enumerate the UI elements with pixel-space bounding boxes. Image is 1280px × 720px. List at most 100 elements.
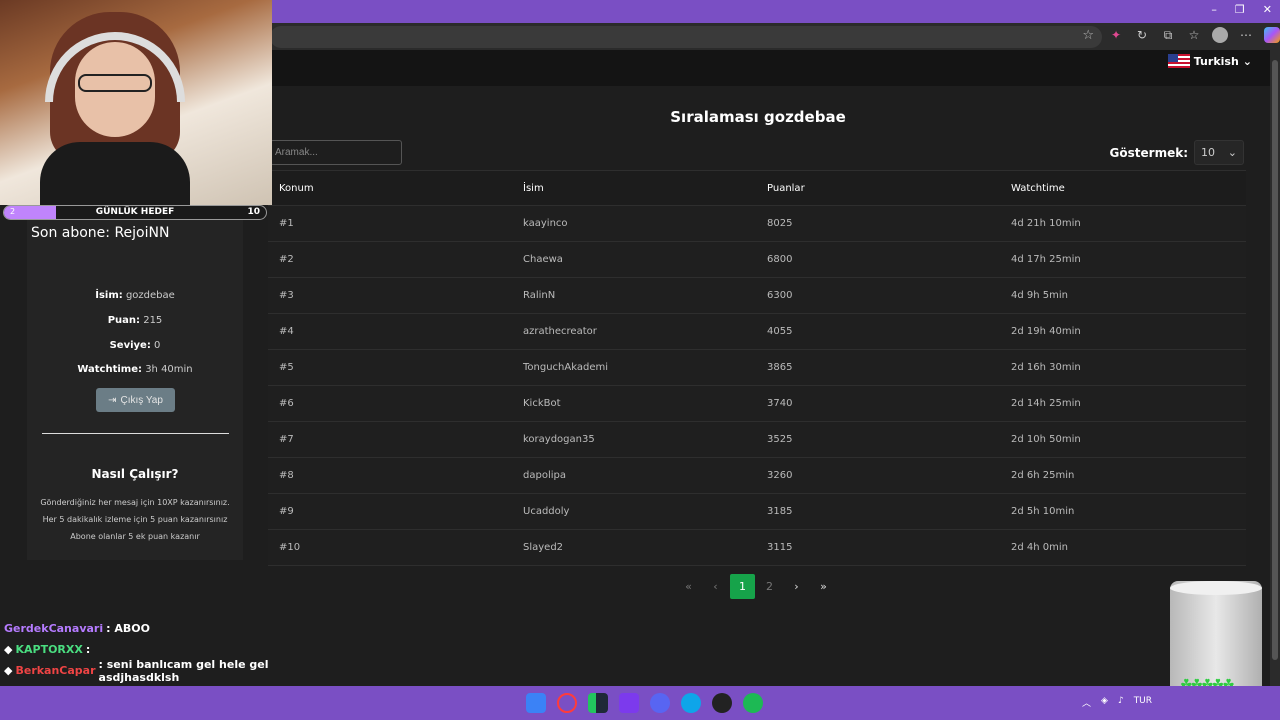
cell-watchtime: 2d 6h 25min <box>1011 470 1075 481</box>
cell-points: 3260 <box>767 470 793 481</box>
table-body: #1 kaayinco 8025 4d 21h 10min #2 Chaewa 6800 4d… <box>268 206 1246 566</box>
logout-button[interactable]: ⇥ Çıkış Yap <box>96 388 175 412</box>
daily-goal-bar: 2 GÜNLÜK HEDEF 10 <box>3 205 267 220</box>
spotify-icon[interactable] <box>743 693 763 713</box>
profile-points: Puan: 215 <box>107 315 163 326</box>
extension-icon[interactable]: ✦ <box>1108 27 1124 43</box>
network-icon[interactable]: ◈ <box>1101 696 1108 709</box>
prev-page-button[interactable]: ‹ <box>703 574 728 599</box>
search-input[interactable] <box>270 140 402 165</box>
windows-start-icon[interactable] <box>526 693 546 713</box>
discord-icon[interactable] <box>650 693 670 713</box>
system-tray: ︿ ◈ ♪ TUR <box>1082 696 1152 709</box>
page-title: Sıralaması gozdebae <box>670 108 846 126</box>
cell-name: TonguchAkademi <box>523 362 608 373</box>
cell-watchtime: 2d 14h 25min <box>1011 398 1081 409</box>
microphone-icon[interactable]: ♪ <box>1118 696 1124 709</box>
logout-label: Çıkış Yap <box>120 394 163 406</box>
extension-icons: ✦ ↻ ⧉ ☆ ⋯ <box>1108 27 1280 43</box>
column-header-points[interactable]: Puanlar <box>756 183 1000 194</box>
cell-watchtime: 2d 19h 40min <box>1011 326 1081 337</box>
page-1-button[interactable]: 1 <box>730 574 755 599</box>
chevron-down-icon: ⌄ <box>1242 54 1252 68</box>
page-scrollbar[interactable] <box>1270 50 1280 686</box>
how-it-works-title: Nasıl Çalışır? <box>91 467 179 481</box>
screen: – ❐ ✕ ☆ ✦ ↻ ⧉ ☆ ⋯ Turkish ⌄ Sıralaması g… <box>0 0 1280 720</box>
us-flag-icon <box>1167 54 1190 68</box>
cell-name: kaayinco <box>523 218 568 229</box>
chat-text: : seni banlıcam gel hele gel asdjhasdkls… <box>98 657 269 684</box>
cell-rank: #9 <box>279 506 294 517</box>
chat-username: BerkanCapar <box>15 664 96 677</box>
page-size-control: Göstermek: 10 ⌄ <box>1110 140 1244 165</box>
cell-watchtime: 4d 9h 5min <box>1011 290 1068 301</box>
first-page-button[interactable]: « <box>676 574 701 599</box>
cell-rank: #1 <box>279 218 294 229</box>
page-size-label: Göstermek: <box>1109 145 1188 160</box>
obs-icon[interactable] <box>712 693 732 713</box>
more-menu-icon[interactable]: ⋯ <box>1238 27 1254 43</box>
cell-points: 8025 <box>767 218 793 229</box>
last-subscriber: Son abone: RejoiNN <box>31 225 170 241</box>
chat-text: : ABOO <box>106 622 150 635</box>
table-row: #8 dapolipa 3260 2d 6h 25min <box>268 458 1246 494</box>
next-page-button[interactable]: › <box>784 574 809 599</box>
column-header-name[interactable]: İsim <box>512 183 756 194</box>
close-button[interactable]: ✕ <box>1263 3 1272 16</box>
split-screen-icon[interactable]: ⧉ <box>1160 27 1176 43</box>
cell-rank: #3 <box>279 290 294 301</box>
cell-points: 3115 <box>767 542 793 553</box>
table-header: Konum İsim Puanlar Watchtime <box>268 170 1246 206</box>
terminal-icon[interactable] <box>588 693 608 713</box>
streamer-figure <box>40 12 190 205</box>
page-2-button[interactable]: 2 <box>757 574 782 599</box>
cell-points: 6800 <box>767 254 793 265</box>
cell-rank: #5 <box>279 362 294 373</box>
cell-watchtime: 2d 16h 30min <box>1011 362 1081 373</box>
profile-watchtime: Watchtime: 3h 40min <box>77 364 193 375</box>
cell-points: 4055 <box>767 326 793 337</box>
edge-icon[interactable] <box>681 693 701 713</box>
column-header-rank[interactable]: Konum <box>268 183 512 194</box>
copilot-icon[interactable] <box>1264 27 1280 43</box>
table-row: #3 RalinN 6300 4d 9h 5min <box>268 278 1246 314</box>
cell-rank: #8 <box>279 470 294 481</box>
language-selector[interactable]: Turkish ⌄ <box>1167 54 1252 68</box>
cell-watchtime: 2d 4h 0min <box>1011 542 1068 553</box>
table-row: #9 Ucaddoly 3185 2d 5h 10min <box>268 494 1246 530</box>
tray-expand-icon[interactable]: ︿ <box>1082 696 1091 709</box>
how-line: Her 5 dakikalık izleme için 5 puan kazan… <box>42 515 228 524</box>
cell-name: RalinN <box>523 290 556 301</box>
cell-points: 3185 <box>767 506 793 517</box>
cell-watchtime: 2d 10h 50min <box>1011 434 1081 445</box>
address-bar[interactable]: ☆ <box>270 26 1102 48</box>
cell-rank: #4 <box>279 326 294 337</box>
window-controls: – ❐ ✕ <box>1211 3 1272 16</box>
tray-language[interactable]: TUR <box>1134 696 1152 709</box>
profile-avatar[interactable] <box>1212 27 1228 43</box>
cell-name: koraydogan35 <box>523 434 595 445</box>
moderator-badge-icon: ◆ <box>4 643 13 656</box>
scrollbar-thumb[interactable] <box>1272 60 1278 660</box>
refresh-icon[interactable]: ↻ <box>1134 27 1150 43</box>
page-size-value: 10 <box>1201 146 1215 159</box>
restore-button[interactable]: ❐ <box>1235 3 1245 16</box>
cell-points: 3865 <box>767 362 793 373</box>
favorite-star-icon[interactable]: ☆ <box>1082 28 1094 43</box>
cell-watchtime: 2d 5h 10min <box>1011 506 1075 517</box>
profile-level: Seviye: 0 <box>109 340 161 351</box>
cell-watchtime: 4d 21h 10min <box>1011 218 1081 229</box>
vscode-icon[interactable] <box>619 693 639 713</box>
cell-name: Chaewa <box>523 254 563 265</box>
favorites-icon[interactable]: ☆ <box>1186 27 1202 43</box>
column-header-watchtime[interactable]: Watchtime <box>1000 183 1244 194</box>
table-row: #1 kaayinco 8025 4d 21h 10min <box>268 206 1246 242</box>
table-row: #2 Chaewa 6800 4d 17h 25min <box>268 242 1246 278</box>
opera-icon[interactable] <box>557 693 577 713</box>
cell-rank: #6 <box>279 398 294 409</box>
last-page-button[interactable]: » <box>811 574 836 599</box>
page-size-select[interactable]: 10 ⌄ <box>1194 140 1244 165</box>
minimize-button[interactable]: – <box>1211 3 1217 16</box>
cell-points: 3525 <box>767 434 793 445</box>
taskbar-apps <box>526 693 763 713</box>
